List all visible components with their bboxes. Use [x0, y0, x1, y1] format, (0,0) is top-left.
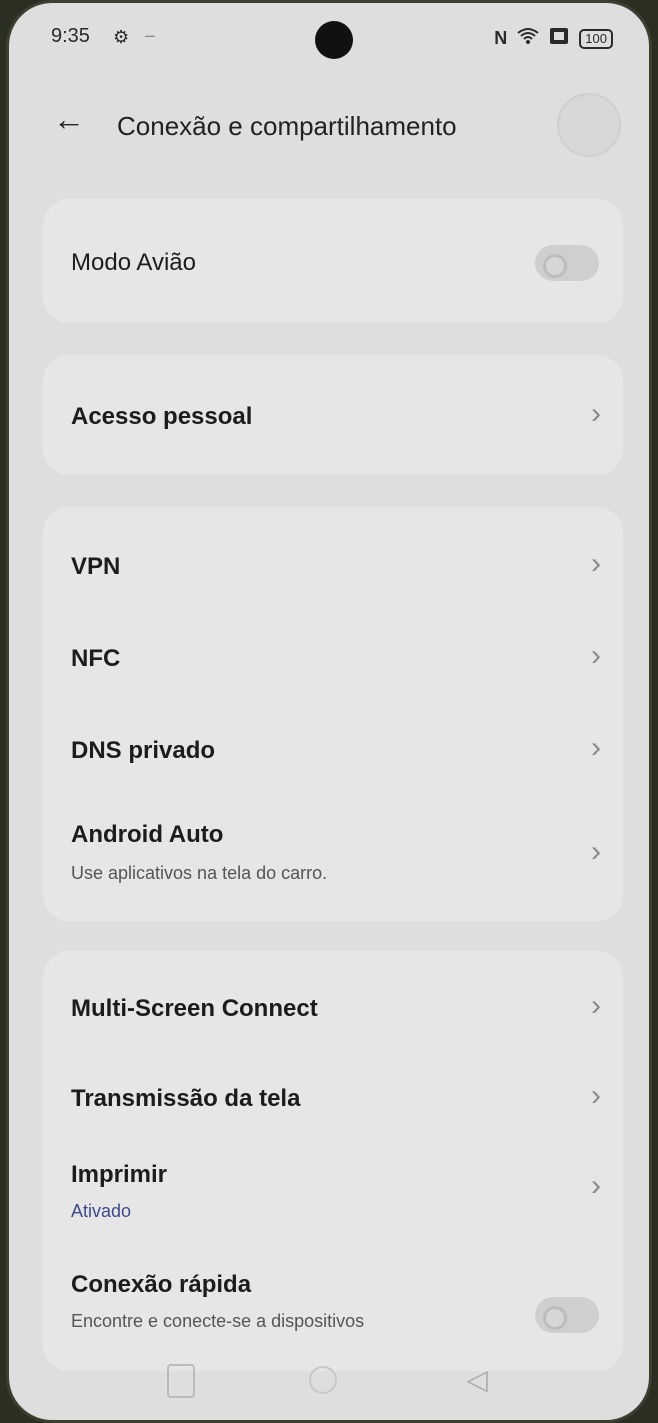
chevron-right-icon: › [591, 989, 601, 1022]
page-title: Conexão e compartilhamento [117, 111, 457, 141]
quick-connect-row[interactable]: Conexão rápida Encontre e conecte-se a d… [43, 1243, 623, 1343]
hotspot-card: Acesso pessoal › [43, 355, 623, 475]
navigation-bar: ◁ [9, 1340, 649, 1420]
hotspot-label: Acesso pessoal [71, 403, 253, 430]
airplane-card: Modo Avião [43, 199, 623, 323]
sim-icon [549, 27, 569, 50]
multiscreen-row[interactable]: Multi-Screen Connect › [43, 951, 623, 1045]
recent-apps-button[interactable] [157, 1358, 201, 1402]
phone-screen: 9:35 ⚙ – N 100 ← Conexão e compartilhame… [6, 0, 652, 1423]
cast-label: Transmissão da tela [71, 1085, 301, 1112]
wifi-icon [517, 27, 539, 50]
status-bar: 9:35 ⚙ – N 100 [9, 3, 649, 73]
nav-back-button[interactable]: ◁ [455, 1358, 499, 1402]
android-auto-label: Android Auto [71, 821, 224, 848]
chevron-right-icon: › [591, 731, 601, 764]
battery-indicator: 100 [579, 28, 613, 49]
page-header: ← Conexão e compartilhamento [9, 93, 649, 163]
chevron-right-icon: › [591, 547, 601, 580]
status-dash: – [145, 25, 156, 45]
chevron-right-icon: › [591, 835, 601, 868]
gear-icon: ⚙ [113, 27, 130, 47]
sharing-card: Multi-Screen Connect › Transmissão da te… [43, 951, 623, 1371]
profile-avatar[interactable] [557, 93, 621, 157]
dns-label: DNS privado [71, 737, 216, 764]
dns-row[interactable]: DNS privado › [43, 689, 623, 781]
status-time: 9:35 [51, 25, 90, 47]
airplane-mode-toggle[interactable] [535, 245, 599, 281]
hotspot-row[interactable]: Acesso pessoal › [43, 355, 623, 475]
print-label: Imprimir [71, 1161, 168, 1188]
chevron-right-icon: › [591, 397, 601, 430]
quick-connect-label: Conexão rápida [71, 1271, 252, 1298]
cast-row[interactable]: Transmissão da tela › [43, 1045, 623, 1131]
print-row[interactable]: Imprimir Ativado › [43, 1131, 623, 1243]
nfc-label: NFC [71, 645, 121, 672]
android-auto-subtitle: Use aplicativos na tela do carro. [71, 863, 328, 883]
home-button[interactable] [309, 1366, 337, 1394]
status-icons: N 100 [494, 27, 613, 50]
multiscreen-label: Multi-Screen Connect [71, 995, 318, 1022]
camera-cutout [315, 21, 353, 59]
quick-connect-toggle[interactable] [535, 1297, 599, 1333]
nfc-row[interactable]: NFC › [43, 597, 623, 689]
network-card: VPN › NFC › DNS privado › Android Auto U… [43, 507, 623, 921]
quick-connect-subtitle: Encontre e conecte-se a dispositivos [71, 1311, 365, 1331]
airplane-mode-row[interactable]: Modo Avião [43, 199, 623, 323]
print-status: Ativado [71, 1201, 132, 1221]
vpn-label: VPN [71, 553, 121, 580]
chevron-right-icon: › [591, 639, 601, 672]
airplane-mode-label: Modo Avião [71, 249, 196, 276]
nfc-icon: N [494, 28, 508, 48]
vpn-row[interactable]: VPN › [43, 507, 623, 597]
android-auto-row[interactable]: Android Auto Use aplicativos na tela do … [43, 781, 623, 921]
back-arrow-icon[interactable]: ← [49, 101, 89, 141]
chevron-right-icon: › [591, 1079, 601, 1112]
chevron-right-icon: › [591, 1169, 601, 1202]
